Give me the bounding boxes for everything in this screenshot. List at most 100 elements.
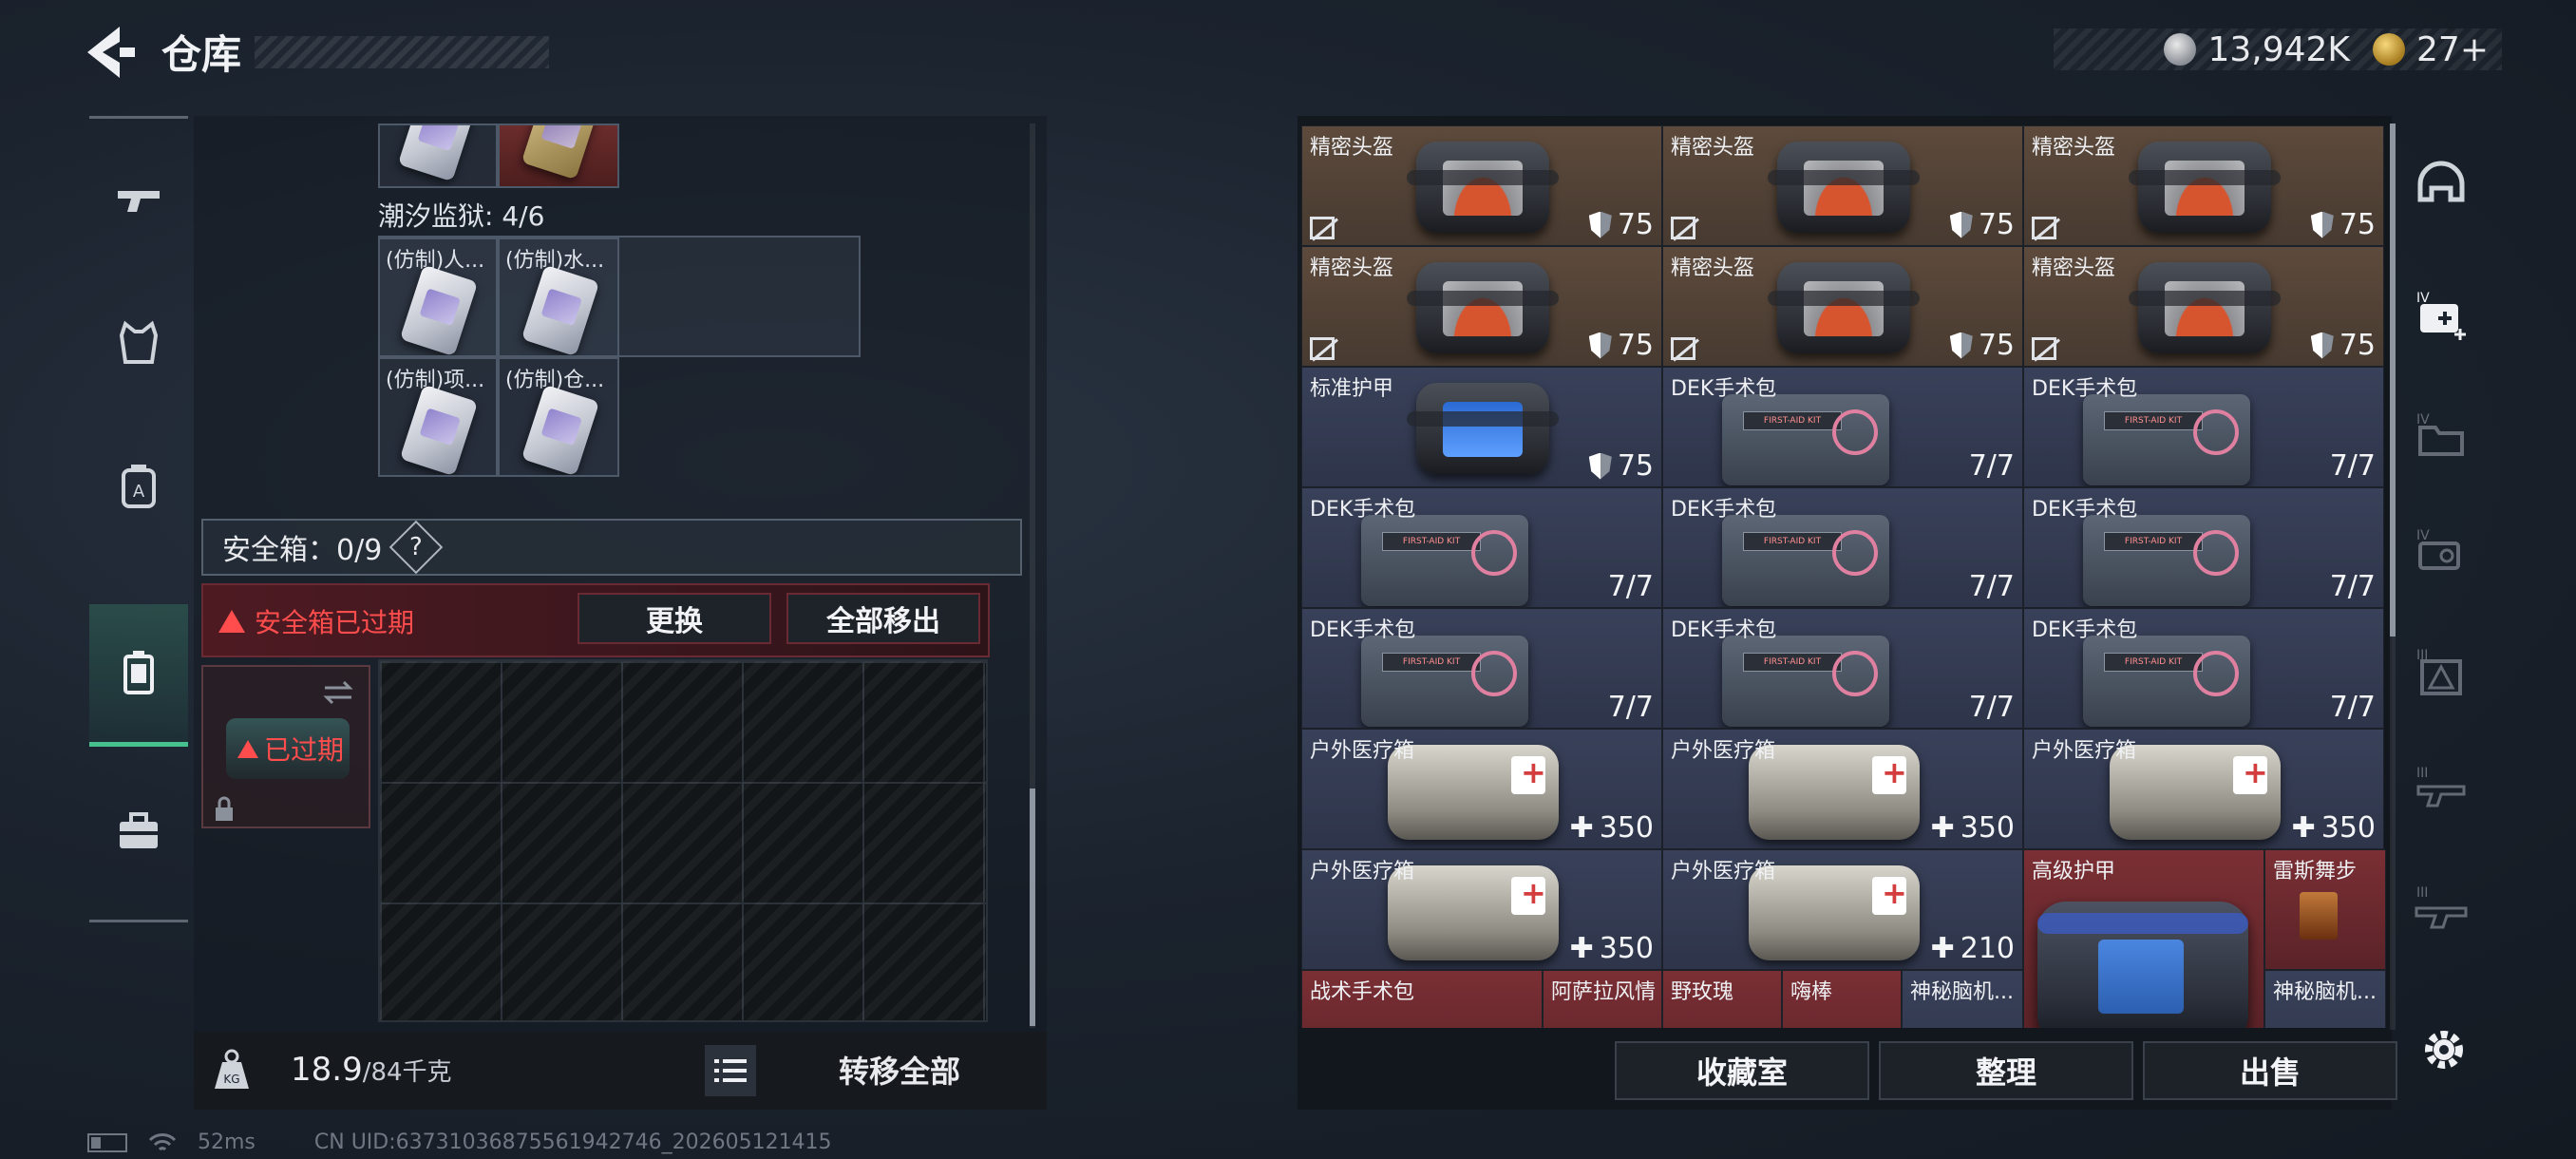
inventory-cell[interactable]: DEK手术包 7/7: [1662, 487, 2023, 608]
inventory-cell[interactable]: 户外医疗箱 ✚350: [1301, 849, 1662, 970]
ping-text: 52ms: [198, 1130, 256, 1154]
durability-shield-icon: [1588, 452, 1612, 480]
page-title: 仓库: [161, 31, 242, 78]
item-name: DEK手术包: [1310, 618, 1416, 642]
inventory-cell[interactable]: 嗨棒: [1782, 970, 1902, 1028]
drink-item-icon: [2300, 892, 2338, 940]
item-name: 精密头盔: [1671, 136, 1755, 160]
key-tab-icon: IV: [2416, 528, 2460, 570]
list-view-button[interactable]: [705, 1045, 756, 1096]
helmet-item-icon: [2129, 262, 2281, 353]
inventory-cell[interactable]: 神秘脑机...: [1902, 970, 2023, 1028]
item-slot[interactable]: (仿制)仓...: [498, 357, 619, 477]
tab-weapon[interactable]: III: [2403, 752, 2479, 828]
item-slot[interactable]: (仿制)水...: [498, 238, 619, 357]
item-slot[interactable]: [378, 124, 498, 188]
item-name: DEK手术包: [1310, 498, 1416, 522]
item-value-text: 75: [1978, 329, 2015, 362]
card-item-icon: [521, 384, 600, 475]
item-value-text: 350: [2320, 811, 2376, 845]
inventory-cell[interactable]: 精密头盔 75: [1662, 125, 2023, 246]
item-value: ✚ 210: [1931, 932, 2015, 965]
heal-plus-icon: ✚: [1930, 932, 1955, 965]
inventory-cell[interactable]: 精密头盔 75: [1301, 125, 1662, 246]
inventory-cell[interactable]: DEK手术包 7/7: [2023, 608, 2384, 729]
item-value: 7/7: [1608, 570, 1654, 603]
item-value-text: 7/7: [1968, 449, 2015, 483]
safe-box-icon: [123, 650, 154, 694]
help-icon[interactable]: ?: [388, 520, 444, 575]
nav-item-toolbox[interactable]: [89, 760, 188, 902]
inventory-cell[interactable]: 野玫瑰: [1662, 970, 1782, 1028]
tab-warning[interactable]: III: [2403, 636, 2479, 712]
tab-key[interactable]: IV: [2403, 515, 2479, 591]
container-scroll-thumb[interactable]: [1030, 788, 1035, 1026]
inventory-cell[interactable]: 精密头盔 75: [2023, 246, 2384, 367]
tab-medkit[interactable]: IV: [2403, 277, 2479, 353]
inventory-cell[interactable]: 标准护甲 75: [1301, 367, 1662, 487]
inventory-cell[interactable]: 户外医疗箱 ✚350: [1301, 729, 1662, 849]
card-item-icon: [521, 125, 600, 180]
armor-vest-icon: [119, 320, 159, 364]
inventory-cell[interactable]: 阿萨拉风情: [1543, 970, 1662, 1028]
replace-button[interactable]: 更换: [578, 593, 771, 644]
inventory-cell[interactable]: 精密头盔 75: [1301, 246, 1662, 367]
inventory-cell[interactable]: 精密头盔 75: [2023, 125, 2384, 246]
item-slot[interactable]: (仿制)人...: [378, 238, 498, 357]
durability-shield-icon: [1588, 211, 1612, 238]
inventory-cell[interactable]: 户外医疗箱 ✚350: [2023, 729, 2384, 849]
transfer-all-button[interactable]: 转移全部: [771, 1041, 1028, 1098]
medkit-tab-icon: IV: [2416, 291, 2466, 340]
inventory-cell[interactable]: 户外医疗箱 ✚210: [1662, 849, 2023, 970]
item-name: 精密头盔: [1310, 256, 1394, 280]
item-slot[interactable]: [498, 124, 619, 188]
inventory-cell[interactable]: 精密头盔 75: [1662, 246, 2023, 367]
nav-item-safe-box[interactable]: [89, 604, 188, 747]
item-value-text: 7/7: [1968, 570, 2015, 603]
inventory-cell[interactable]: 神秘脑机...: [2264, 970, 2386, 1028]
inventory-cell[interactable]: DEK手术包 7/7: [2023, 367, 2384, 487]
box-status-text: 已过期: [264, 734, 345, 766]
tab-folder[interactable]: IV: [2403, 399, 2479, 475]
inventory-cell[interactable]: DEK手术包 7/7: [1301, 608, 1662, 729]
inventory-cell[interactable]: 高级护甲: [2023, 849, 2264, 1028]
weight-current: 18.9: [291, 1051, 363, 1089]
item-slot[interactable]: (仿制)项...: [378, 357, 498, 477]
inventory-cell[interactable]: 户外医疗箱 ✚350: [1662, 729, 2023, 849]
nav-item-weapons[interactable]: [89, 129, 188, 272]
inventory-cell[interactable]: 雷斯舞步: [2264, 849, 2386, 970]
item-value-text: 7/7: [2329, 570, 2376, 603]
remove-all-button[interactable]: 全部移出: [786, 593, 980, 644]
inventory-cell[interactable]: DEK手术包 7/7: [1662, 608, 2023, 729]
item-value: 75: [2310, 329, 2376, 362]
item-value: 7/7: [1969, 691, 2015, 724]
surgical-kit-icon: [1361, 515, 1528, 606]
sell-button[interactable]: 出售: [2143, 1041, 2397, 1100]
back-button[interactable]: [82, 21, 139, 84]
list-icon: [714, 1059, 747, 1082]
durability-shield-icon: [1949, 332, 1973, 359]
sort-button[interactable]: 整理: [1879, 1041, 2133, 1100]
item-name: 雷斯舞步: [2273, 860, 2358, 884]
nav-item-backpack[interactable]: A: [89, 414, 188, 557]
weight-readout: 18.9/84千克: [291, 1051, 452, 1089]
tab-rifle[interactable]: III: [2403, 872, 2479, 948]
item-name: 精密头盔: [2032, 256, 2116, 280]
warning-tab-icon: III: [2416, 648, 2462, 695]
backpack-icon: A: [122, 465, 156, 508]
warning-icon: [218, 610, 245, 633]
item-value: 75: [1588, 449, 1654, 483]
item-value: 75: [1588, 329, 1654, 362]
inventory-cell[interactable]: DEK手术包 7/7: [2023, 487, 2384, 608]
safe-box-slot[interactable]: 已过期: [201, 665, 370, 828]
heal-plus-icon: ✚: [1569, 932, 1594, 965]
nav-item-armor[interactable]: [89, 272, 188, 414]
settings-gear-icon[interactable]: [2416, 1022, 2472, 1077]
item-name: 标准护甲: [1310, 377, 1394, 401]
inventory-cell[interactable]: DEK手术包 7/7: [1301, 487, 1662, 608]
collection-room-button[interactable]: 收藏室: [1615, 1041, 1869, 1100]
durability-shield-icon: [1588, 332, 1612, 359]
tab-helmet[interactable]: [2403, 148, 2479, 224]
inventory-cell[interactable]: 战术手术包: [1301, 970, 1543, 1028]
inventory-cell[interactable]: DEK手术包 7/7: [1662, 367, 2023, 487]
